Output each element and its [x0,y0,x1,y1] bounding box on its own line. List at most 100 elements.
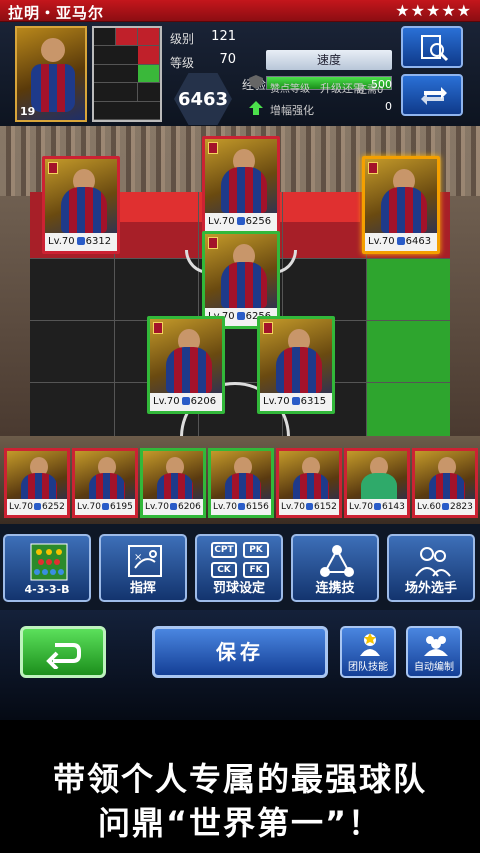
set-pieces-button[interactable]: CPT PK CK FK 罚球设定 [195,534,283,602]
card-level: Lv.70 [48,236,75,247]
bench-card[interactable]: Lv.60 2823 [412,448,478,518]
card-level: Lv.70 [349,502,373,512]
rating-gem-icon [169,503,177,510]
rating-gem-icon [373,503,381,510]
bench-card[interactable]: Lv.70 6152 [276,448,342,518]
card-label: Lv.70 6206 [150,393,222,411]
club-crest-icon [208,142,218,154]
card-level: Lv.70 [153,396,180,407]
formation-pitch: Lv.706312 Lv.706256 Lv.706463 Lv.706256 … [0,126,480,436]
player-card-selected[interactable]: Lv.70 6463 [362,156,440,254]
kit-icon [61,187,107,233]
bench-card[interactable]: Lv.70 6195 [72,448,138,518]
card-rating: 6463 [405,236,432,247]
card-rating: 6152 [313,502,337,512]
level-label: 等级 [170,56,195,70]
rating-gem-icon [33,503,41,510]
club-crest-icon [263,322,273,334]
kit-icon [381,187,427,233]
pk-key: PK [243,542,269,558]
kit-icon [166,347,212,393]
combos-button[interactable]: 连携技 [291,534,379,602]
team-skill-icon [360,633,380,656]
portrait-number: 19 [20,105,36,118]
player-portrait[interactable]: 19 [15,26,87,122]
card-label: Lv.60 2823 [415,499,475,515]
club-crest-icon [208,237,218,249]
boost-arrow-icon [249,101,263,115]
overall-rating: 6463 [174,73,232,125]
card-level: Lv.70 [208,216,235,227]
link-nodes-icon [320,545,354,577]
card-level: Lv.60 [417,502,441,512]
level-value: 70 [219,52,236,67]
player-detail-button[interactable] [401,26,463,68]
player-card[interactable]: Lv.706256 [202,231,280,329]
tactics-button[interactable]: × 指挥 [99,534,187,602]
card-label: Lv.70 6156 [211,499,271,515]
rating-gem-icon [181,397,190,405]
trait-badge: 速度 [266,50,392,70]
team-skill-button[interactable]: 团队技能 [340,626,396,678]
player-card[interactable]: Lv.70 6312 [42,156,120,254]
card-rating: 6143 [381,502,405,512]
right-wing-zone [366,258,450,436]
card-level: Lv.70 [368,236,395,247]
tactics-label: 指挥 [129,581,156,596]
card-label: Lv.70 6152 [279,499,339,515]
card-level: Lv.70 [263,396,290,407]
card-label: Lv.70 6206 [143,499,203,515]
swap-player-button[interactable] [401,74,463,116]
card-level: Lv.70 [77,502,101,512]
rating-gem-icon [396,237,405,245]
rank-label: 级别 [170,32,195,46]
bench-strip: Lv.70 6252 Lv.70 6195 Lv.70 6206 Lv.70 6156 … [0,436,480,524]
upgrade-value: 500 [371,78,392,91]
bench-card[interactable]: Lv.70 6206 [140,448,206,518]
card-rating: 6256 [245,216,272,227]
magnifier-document-icon [421,35,449,62]
position-map [92,26,162,122]
rating-gem-icon [441,503,449,510]
player-card[interactable]: Lv.70 6315 [257,316,335,414]
people-icon [415,547,451,577]
card-rating: 6315 [300,396,327,407]
formation-label: 4-3-3-B [24,583,70,596]
boost-value: 0 [385,100,392,113]
substitutes-label: 场外选手 [404,581,457,596]
action-bar: 保存 团队技能 自动编制 [0,610,480,720]
ck-key: CK [211,562,237,578]
club-crest-icon [48,162,58,174]
auto-team-icon [424,636,448,656]
caption-line-1: 带领个人专属的最强球队 [52,760,427,798]
promo-caption: 带领个人专属的最强球队 问鼎“世界第一”！ [0,720,480,853]
boost-label: 增幅强化 [270,104,314,117]
auto-edit-button[interactable]: 自动编制 [406,626,462,678]
team-menu-bar: 4-3-3-B × 指挥 CPT PK CK FK 罚球设定 连携技 场外选手 [0,524,480,610]
auto-edit-label: 自动编制 [414,662,454,673]
save-button[interactable]: 保存 [152,626,328,678]
player-card[interactable]: Lv.70 6256 [202,136,280,234]
card-rating: 6206 [190,396,217,407]
formation-grid-icon [30,543,68,581]
bench-card-goalkeeper[interactable]: Lv.70 6143 [344,448,410,518]
substitutes-button[interactable]: 场外选手 [387,534,475,602]
player-card[interactable]: Lv.70 6206 [147,316,225,414]
card-level: Lv.70 [9,502,33,512]
card-rating: 6252 [41,502,65,512]
card-label: Lv.70 6252 [7,499,67,515]
team-skill-label: 团队技能 [348,662,388,673]
card-level: Lv.70 [213,502,237,512]
kit-icon [221,167,267,213]
card-rating: 6156 [245,502,269,512]
bench-card[interactable]: Lv.70 6156 [208,448,274,518]
bench-card[interactable]: Lv.70 6252 [4,448,70,518]
formation-button[interactable]: 4-3-3-B [3,534,91,602]
back-button[interactable] [20,626,106,678]
rating-gem-icon [291,397,300,405]
rating-gem-icon [305,503,313,510]
rating-gem-icon [76,237,85,245]
card-level: Lv.70 [145,502,169,512]
rank-value: 121 [211,29,236,44]
tactics-board-icon: × [128,545,162,577]
